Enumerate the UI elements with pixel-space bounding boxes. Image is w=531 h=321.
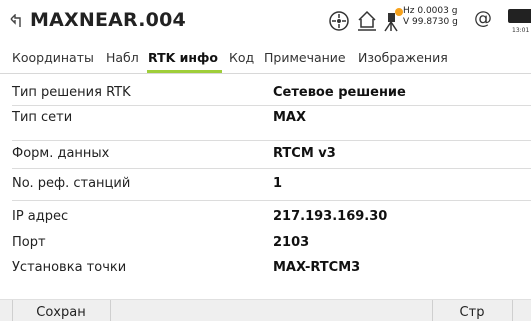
page-title: MAXNEAR.004 — [30, 9, 186, 31]
row-label: No. реф. станций — [12, 176, 131, 191]
row-mountpoint: Установка точки MAX-RTCM3 — [0, 256, 531, 281]
row-divider — [12, 168, 531, 169]
row-label: Тип сети — [12, 110, 73, 125]
page-button[interactable]: Стр — [432, 300, 512, 321]
row-value: Сетевое решение — [273, 85, 406, 100]
save-button[interactable]: Сохран — [12, 300, 110, 321]
row-value: 217.193.169.30 — [273, 209, 388, 224]
sight-icon[interactable] — [327, 9, 351, 33]
bottom-button-bar: Сохран Стр — [0, 299, 531, 321]
row-port: Порт 2103 — [0, 231, 531, 256]
active-tab-indicator — [147, 70, 222, 73]
tab-code[interactable]: Код — [229, 50, 254, 65]
tab-coordinates[interactable]: Координаты — [12, 50, 94, 65]
row-value: RTCM v3 — [273, 146, 336, 161]
row-value: 2103 — [273, 235, 310, 250]
tab-notes[interactable]: Примечание — [264, 50, 346, 65]
row-label: Тип решения RTK — [12, 85, 131, 100]
row-label: IP адрес — [12, 209, 69, 224]
row-divider — [12, 140, 531, 141]
home-icon[interactable] — [355, 8, 379, 32]
tab-rtk-info[interactable]: RTK инфо — [148, 50, 218, 65]
row-label: Форм. данных — [12, 146, 110, 161]
tab-bar: Координаты Набл RTK инфо Код Примечание … — [0, 44, 531, 74]
row-value: MAX — [273, 110, 307, 125]
row-value: MAX-RTCM3 — [273, 260, 361, 275]
row-data-format: Форм. данных RTCM v3 — [0, 142, 531, 167]
row-ip-address: IP адрес 217.193.169.30 — [0, 205, 531, 230]
tab-images[interactable]: Изображения — [358, 50, 448, 65]
row-rtk-solution-type: Тип решения RTK Сетевое решение — [0, 81, 531, 106]
instrument-warning-icon[interactable] — [381, 7, 405, 33]
title-bar: MAXNEAR.004 Hz 0.0003 g V 99.8730 g @ 13… — [0, 0, 531, 44]
button-divider — [512, 300, 513, 321]
angle-readout: Hz 0.0003 g V 99.8730 g — [403, 6, 458, 28]
row-label: Установка точки — [12, 260, 127, 275]
clock: 13:01 — [512, 27, 530, 34]
battery-icon — [508, 9, 531, 23]
button-divider — [110, 300, 111, 321]
at-icon[interactable]: @ — [474, 8, 492, 29]
row-label: Порт — [12, 235, 46, 250]
row-divider — [12, 200, 531, 201]
tab-observations[interactable]: Набл — [106, 50, 139, 65]
v-readout: V 99.8730 g — [403, 17, 458, 27]
row-ref-stations: No. реф. станций 1 — [0, 172, 531, 197]
row-network-type: Тип сети MAX — [0, 106, 531, 131]
row-value: 1 — [273, 176, 283, 191]
back-icon[interactable] — [8, 14, 22, 28]
hz-readout: Hz 0.0003 g — [403, 6, 458, 16]
